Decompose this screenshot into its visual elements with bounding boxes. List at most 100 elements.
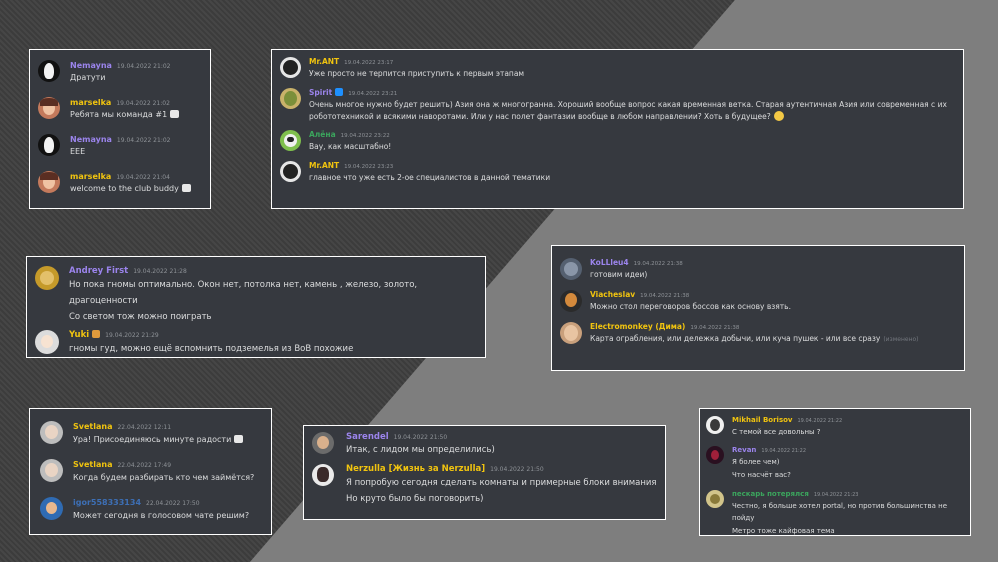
emoji-icon (181, 184, 191, 192)
message-text: Карта ограбления, или дележка добычи, ил… (590, 334, 881, 343)
message-text: С темой все довольны ? (732, 428, 821, 436)
message-text: Очень многое нужно будет решить) Азия он… (309, 100, 947, 109)
avatar[interactable] (40, 421, 63, 444)
username[interactable]: igor558333134 (73, 498, 141, 507)
username[interactable]: Revan (732, 446, 756, 454)
timestamp: 19.04.2022 23:21 (348, 91, 398, 97)
avatar[interactable] (40, 459, 63, 482)
message: пескарь потерялся 19.04.2022 21:23 Честно… (706, 490, 964, 538)
message: marselka 19.04.2022 21:02 Ребята мы коман… (38, 97, 202, 121)
avatar[interactable] (560, 258, 582, 280)
message-text: Может сегодня в голосовом чате решим? (73, 511, 250, 520)
message: Nerzulla [Жизнь за Nerzulla] 19.04.2022 2… (312, 464, 657, 507)
avatar[interactable] (312, 432, 334, 454)
message-text: Я более чем) (732, 458, 780, 466)
message-text: Ура! Присоединяюсь минуте радости (73, 435, 232, 444)
timestamp: 19.04.2022 21:38 (640, 293, 690, 299)
thinking-emoji-icon (773, 110, 784, 121)
username[interactable]: Nemayna (70, 135, 112, 144)
username[interactable]: Nerzulla [Жизнь за Nerzulla] (346, 464, 485, 474)
message-text: Дратути (70, 73, 106, 82)
timestamp: 19.04.2022 23:22 (340, 133, 390, 139)
username[interactable]: Svetlana (73, 460, 112, 469)
username[interactable]: Алёна (309, 130, 336, 139)
username[interactable]: Electromonkey (Дима) (590, 322, 685, 331)
username[interactable]: пескарь потерялся (732, 490, 809, 498)
chat-panel-1: Nemayna 19.04.2022 21:02 Дратути marselka… (29, 49, 211, 209)
message: Revan 19.04.2022 21:22 Я более чем) Что н… (706, 446, 964, 482)
message-text: Но круто было бы поговорить) (346, 494, 484, 504)
message-line: Ребята мы команда #1 (70, 109, 202, 121)
username[interactable]: marselka (70, 172, 111, 181)
badge-icon (92, 330, 101, 338)
timestamp: 19.04.2022 23:17 (344, 60, 394, 66)
message-line: Ура! Присоединяюсь минуте радости (73, 433, 261, 446)
avatar[interactable] (280, 88, 301, 109)
message: Svetlana 22.04.2022 17:49 Когда будем раз… (40, 459, 261, 484)
avatar[interactable] (706, 416, 724, 434)
message-line: робототехникой и всякими наворотами. Или… (309, 110, 955, 123)
timestamp: 22.04.2022 17:49 (117, 462, 172, 469)
message-text: Честно, я больше хотел portal, но против… (732, 502, 948, 522)
username[interactable]: Mr.ANT (309, 161, 339, 170)
message-text: welcome to the club buddy (70, 184, 179, 193)
username[interactable]: Viacheslav (590, 290, 635, 299)
chat-panel-2: Mr.ANT 19.04.2022 23:17 Уже просто не тер… (271, 49, 964, 209)
message: Viacheslav 19.04.2022 21:38 Можно стол пе… (560, 290, 956, 312)
message-text: Ребята мы команда #1 (70, 110, 168, 119)
message: marselka 19.04.2022 21:04 welcome to the … (38, 171, 202, 195)
avatar[interactable] (40, 497, 63, 520)
username[interactable]: Svetlana (73, 422, 112, 431)
avatar[interactable] (38, 134, 60, 156)
message: Mikhail Borisov 19.04.2022 21:22 С темой … (706, 416, 964, 438)
avatar[interactable] (706, 446, 724, 464)
username[interactable]: Mikhail Borisov (732, 416, 793, 424)
username[interactable]: Sarendel (346, 432, 389, 442)
username[interactable]: Nemayna (70, 61, 112, 70)
timestamp: 19.04.2022 21:28 (133, 268, 187, 275)
avatar[interactable] (38, 97, 60, 119)
avatar[interactable] (312, 464, 334, 486)
avatar[interactable] (35, 266, 59, 290)
message-text: Я попробую сегодня сделать комнаты и при… (346, 478, 657, 488)
timestamp: 22.04.2022 12:11 (117, 424, 172, 431)
message-text: Можно стол переговоров боссов как основу… (590, 302, 791, 311)
chat-panel-6: Sarendel 19.04.2022 21:50 Итак, с лидом м… (303, 425, 666, 520)
avatar[interactable] (560, 322, 582, 344)
username[interactable]: KoLLleu4 (590, 258, 629, 267)
timestamp: 19.04.2022 21:02 (116, 137, 171, 144)
message-text: Метро тоже кайфовая тема (732, 527, 835, 535)
avatar[interactable] (38, 60, 60, 82)
message-text: Но пока гномы оптимально. Окон нет, пото… (69, 280, 418, 306)
avatar[interactable] (280, 161, 301, 182)
avatar[interactable] (280, 130, 301, 151)
message-text: Итак, с лидом мы определились) (346, 445, 495, 455)
chat-panel-3: Andrey First 19.04.2022 21:28 Но пока гно… (26, 256, 486, 358)
timestamp: 19.04.2022 23:23 (344, 164, 394, 170)
emoji-icon (170, 110, 180, 118)
message: Svetlana 22.04.2022 12:11 Ура! Присоединя… (40, 421, 261, 446)
avatar[interactable] (706, 490, 724, 508)
timestamp: 19.04.2022 21:23 (813, 492, 859, 498)
chat-panel-4: KoLLleu4 19.04.2022 21:38 готовим идеи) V… (551, 245, 965, 371)
message-text: Что насчёт вас? (732, 471, 791, 479)
message: Mr.ANT 19.04.2022 23:23 главное что уже е… (280, 161, 955, 183)
message: Nemayna 19.04.2022 21:02 Дратути (38, 60, 202, 84)
avatar[interactable] (560, 290, 582, 312)
username[interactable]: Spirit (309, 88, 332, 97)
badge-icon (335, 88, 344, 96)
username[interactable]: marselka (70, 98, 111, 107)
username[interactable]: Andrey First (69, 266, 128, 276)
message: Andrey First 19.04.2022 21:28 Но пока гно… (35, 266, 477, 325)
chat-panel-7: Mikhail Borisov 19.04.2022 21:22 С темой … (699, 408, 971, 536)
avatar[interactable] (280, 57, 301, 78)
username[interactable]: Yuki (69, 330, 89, 340)
message: Spirit 19.04.2022 23:21 Очень многое нужн… (280, 88, 955, 122)
timestamp: 22.04.2022 17:50 (146, 500, 200, 507)
message-text: Со светом тож можно поиграть (69, 312, 212, 322)
timestamp: 19.04.2022 21:50 (393, 434, 448, 441)
avatar[interactable] (35, 330, 59, 354)
username[interactable]: Mr.ANT (309, 57, 339, 66)
message-line: welcome to the club buddy (70, 183, 202, 195)
avatar[interactable] (38, 171, 60, 193)
